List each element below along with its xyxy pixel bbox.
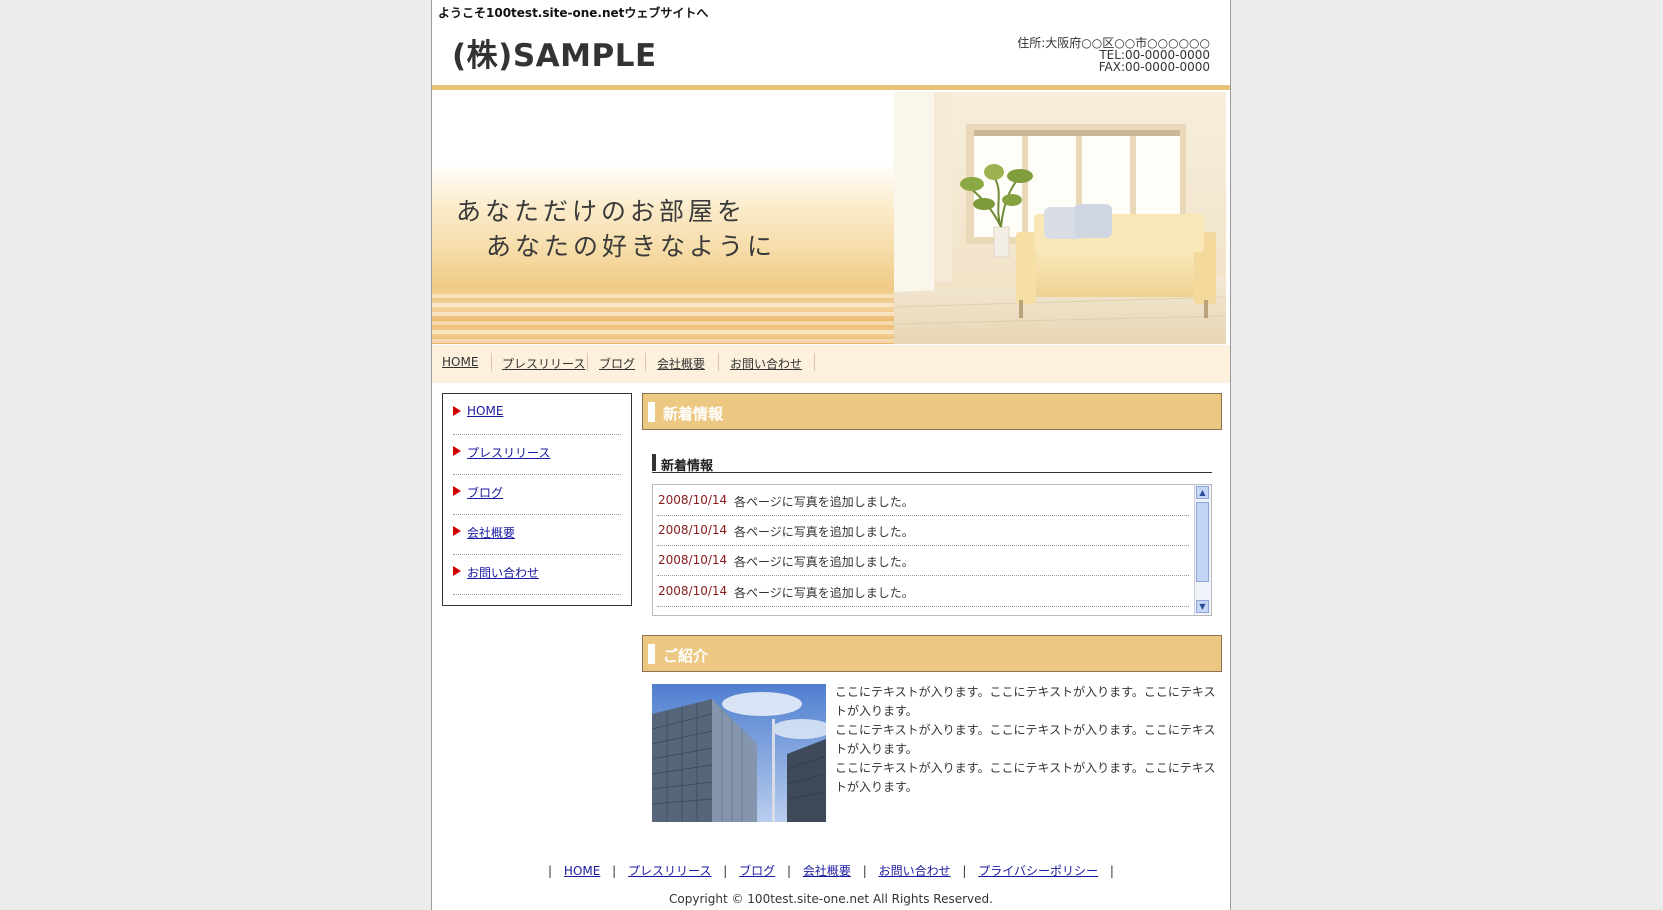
intro-section-header: ご紹介 [642,635,1222,672]
list-item: 2008/10/14 各ページに写真を追加しました。 [657,545,1189,576]
red-triangle-arrow-icon [453,406,461,416]
intro-paragraph: ここにテキストが入ります。ここにテキストが入ります。ここにテキストが入ります。 [835,723,1216,756]
footer-nav: | HOME | プレスリリース | ブログ | 会社概要 | お問い合わせ |… [548,864,1114,878]
nav-home[interactable]: HOME [442,355,478,369]
global-nav: HOME プレスリリース ブログ 会社概要 お問い合わせ [432,345,1230,383]
news-section-title: 新着情報 [663,405,724,423]
sidebar-link-contact[interactable]: お問い合わせ [467,564,539,581]
sidebar-item-home[interactable]: HOME [453,394,621,435]
news-date: 2008/10/14 [658,553,728,567]
nav-blog[interactable]: ブログ [599,355,635,372]
scroll-up-arrow-icon[interactable]: ▲ [1196,486,1209,499]
office-building-photo [652,684,826,822]
sidebar-item-press-release[interactable]: プレスリリース [453,434,621,475]
header-divider [432,85,1230,90]
hero-line-2: あなたの好きなように [486,232,777,261]
list-item: 2008/10/14 各ページに写真を追加しました。 [657,485,1189,516]
scroll-thumb[interactable] [1196,502,1209,582]
nav-contact[interactable]: お問い合わせ [730,355,802,372]
news-text: 各ページに写真を追加しました。 [734,525,914,539]
welcome-text: ようこそ100test.site-one.netウェブサイトへ [438,6,709,20]
sidebar-item-blog[interactable]: ブログ [453,474,621,515]
fax-text: FAX:00-0000-0000 [1098,60,1210,74]
news-date: 2008/10/14 [658,493,728,507]
news-date: 2008/10/14 [658,523,728,537]
list-item: 2008/10/14 各ページに写真を追加しました。 [657,515,1189,546]
site-logo[interactable]: (株)SAMPLE [452,30,657,75]
intro-paragraph: ここにテキストが入ります。ここにテキストが入ります。ここにテキストが入ります。 [835,685,1216,718]
hero-line-1: あなただけのお部屋を [456,197,747,226]
footer-link-company[interactable]: 会社概要 [803,864,851,878]
news-text: 各ページに写真を追加しました。 [734,555,914,569]
intro-section-title: ご紹介 [663,647,709,665]
footer-link-press-release[interactable]: プレスリリース [628,864,711,878]
footer-link-blog[interactable]: ブログ [739,864,775,878]
list-item: 2008/10/14 各ページに写真を追加しました。 [657,576,1189,607]
sidebar-link-company[interactable]: 会社概要 [467,524,515,541]
footer-link-contact[interactable]: お問い合わせ [879,864,951,878]
nav-press-release[interactable]: プレスリリース [502,355,585,372]
sidebar-item-contact[interactable]: お問い合わせ [453,554,621,595]
scroll-down-arrow-icon[interactable]: ▼ [1196,600,1209,613]
news-subtitle: 新着情報 [661,459,714,474]
footer-link-home[interactable]: HOME [564,864,600,878]
sidebar-item-company[interactable]: 会社概要 [453,514,621,555]
red-triangle-arrow-icon [453,566,461,576]
news-text: 各ページに写真を追加しました。 [734,586,914,600]
sidebar-link-home[interactable]: HOME [467,404,503,418]
sidebar-link-press-release[interactable]: プレスリリース [467,444,550,461]
nav-company[interactable]: 会社概要 [657,355,705,372]
living-room-photo [894,92,1226,344]
news-text: 各ページに写真を追加しました。 [734,495,914,509]
contact-info: 住所:大阪府○○区○○市○○○○○○ TEL:00-0000-0000 FAX:… [1017,37,1210,73]
news-date: 2008/10/14 [658,584,728,598]
red-triangle-arrow-icon [453,526,461,536]
hero-copy: あなただけのお部屋を あなたの好きなように [456,194,776,264]
footer-link-privacy[interactable]: プライバシーポリシー [978,864,1098,878]
news-scrollbar[interactable]: ▲ ▼ [1194,485,1211,615]
intro-paragraph: ここにテキストが入ります。ここにテキストが入ります。ここにテキストが入ります。 [835,761,1216,794]
page: ようこそ100test.site-one.netウェブサイトへ (株)SAMPL… [431,0,1231,910]
news-subheading: 新着情報 [652,453,1212,474]
copyright: Copyright © 100test.site-one.net All Rig… [669,892,993,906]
hero-banner: あなただけのお部屋を あなたの好きなように [432,92,1230,344]
red-triangle-arrow-icon [453,446,461,456]
intro-text: ここにテキストが入ります。ここにテキストが入ります。ここにテキストが入ります。 … [835,683,1217,797]
news-list: 2008/10/14 各ページに写真を追加しました。 2008/10/14 各ペ… [652,484,1212,616]
red-triangle-arrow-icon [453,486,461,496]
sidebar-link-blog[interactable]: ブログ [467,484,503,501]
news-section-header: 新着情報 [642,393,1222,430]
sidebar-menu: HOME プレスリリース ブログ 会社概要 お問い合わせ [442,393,632,606]
